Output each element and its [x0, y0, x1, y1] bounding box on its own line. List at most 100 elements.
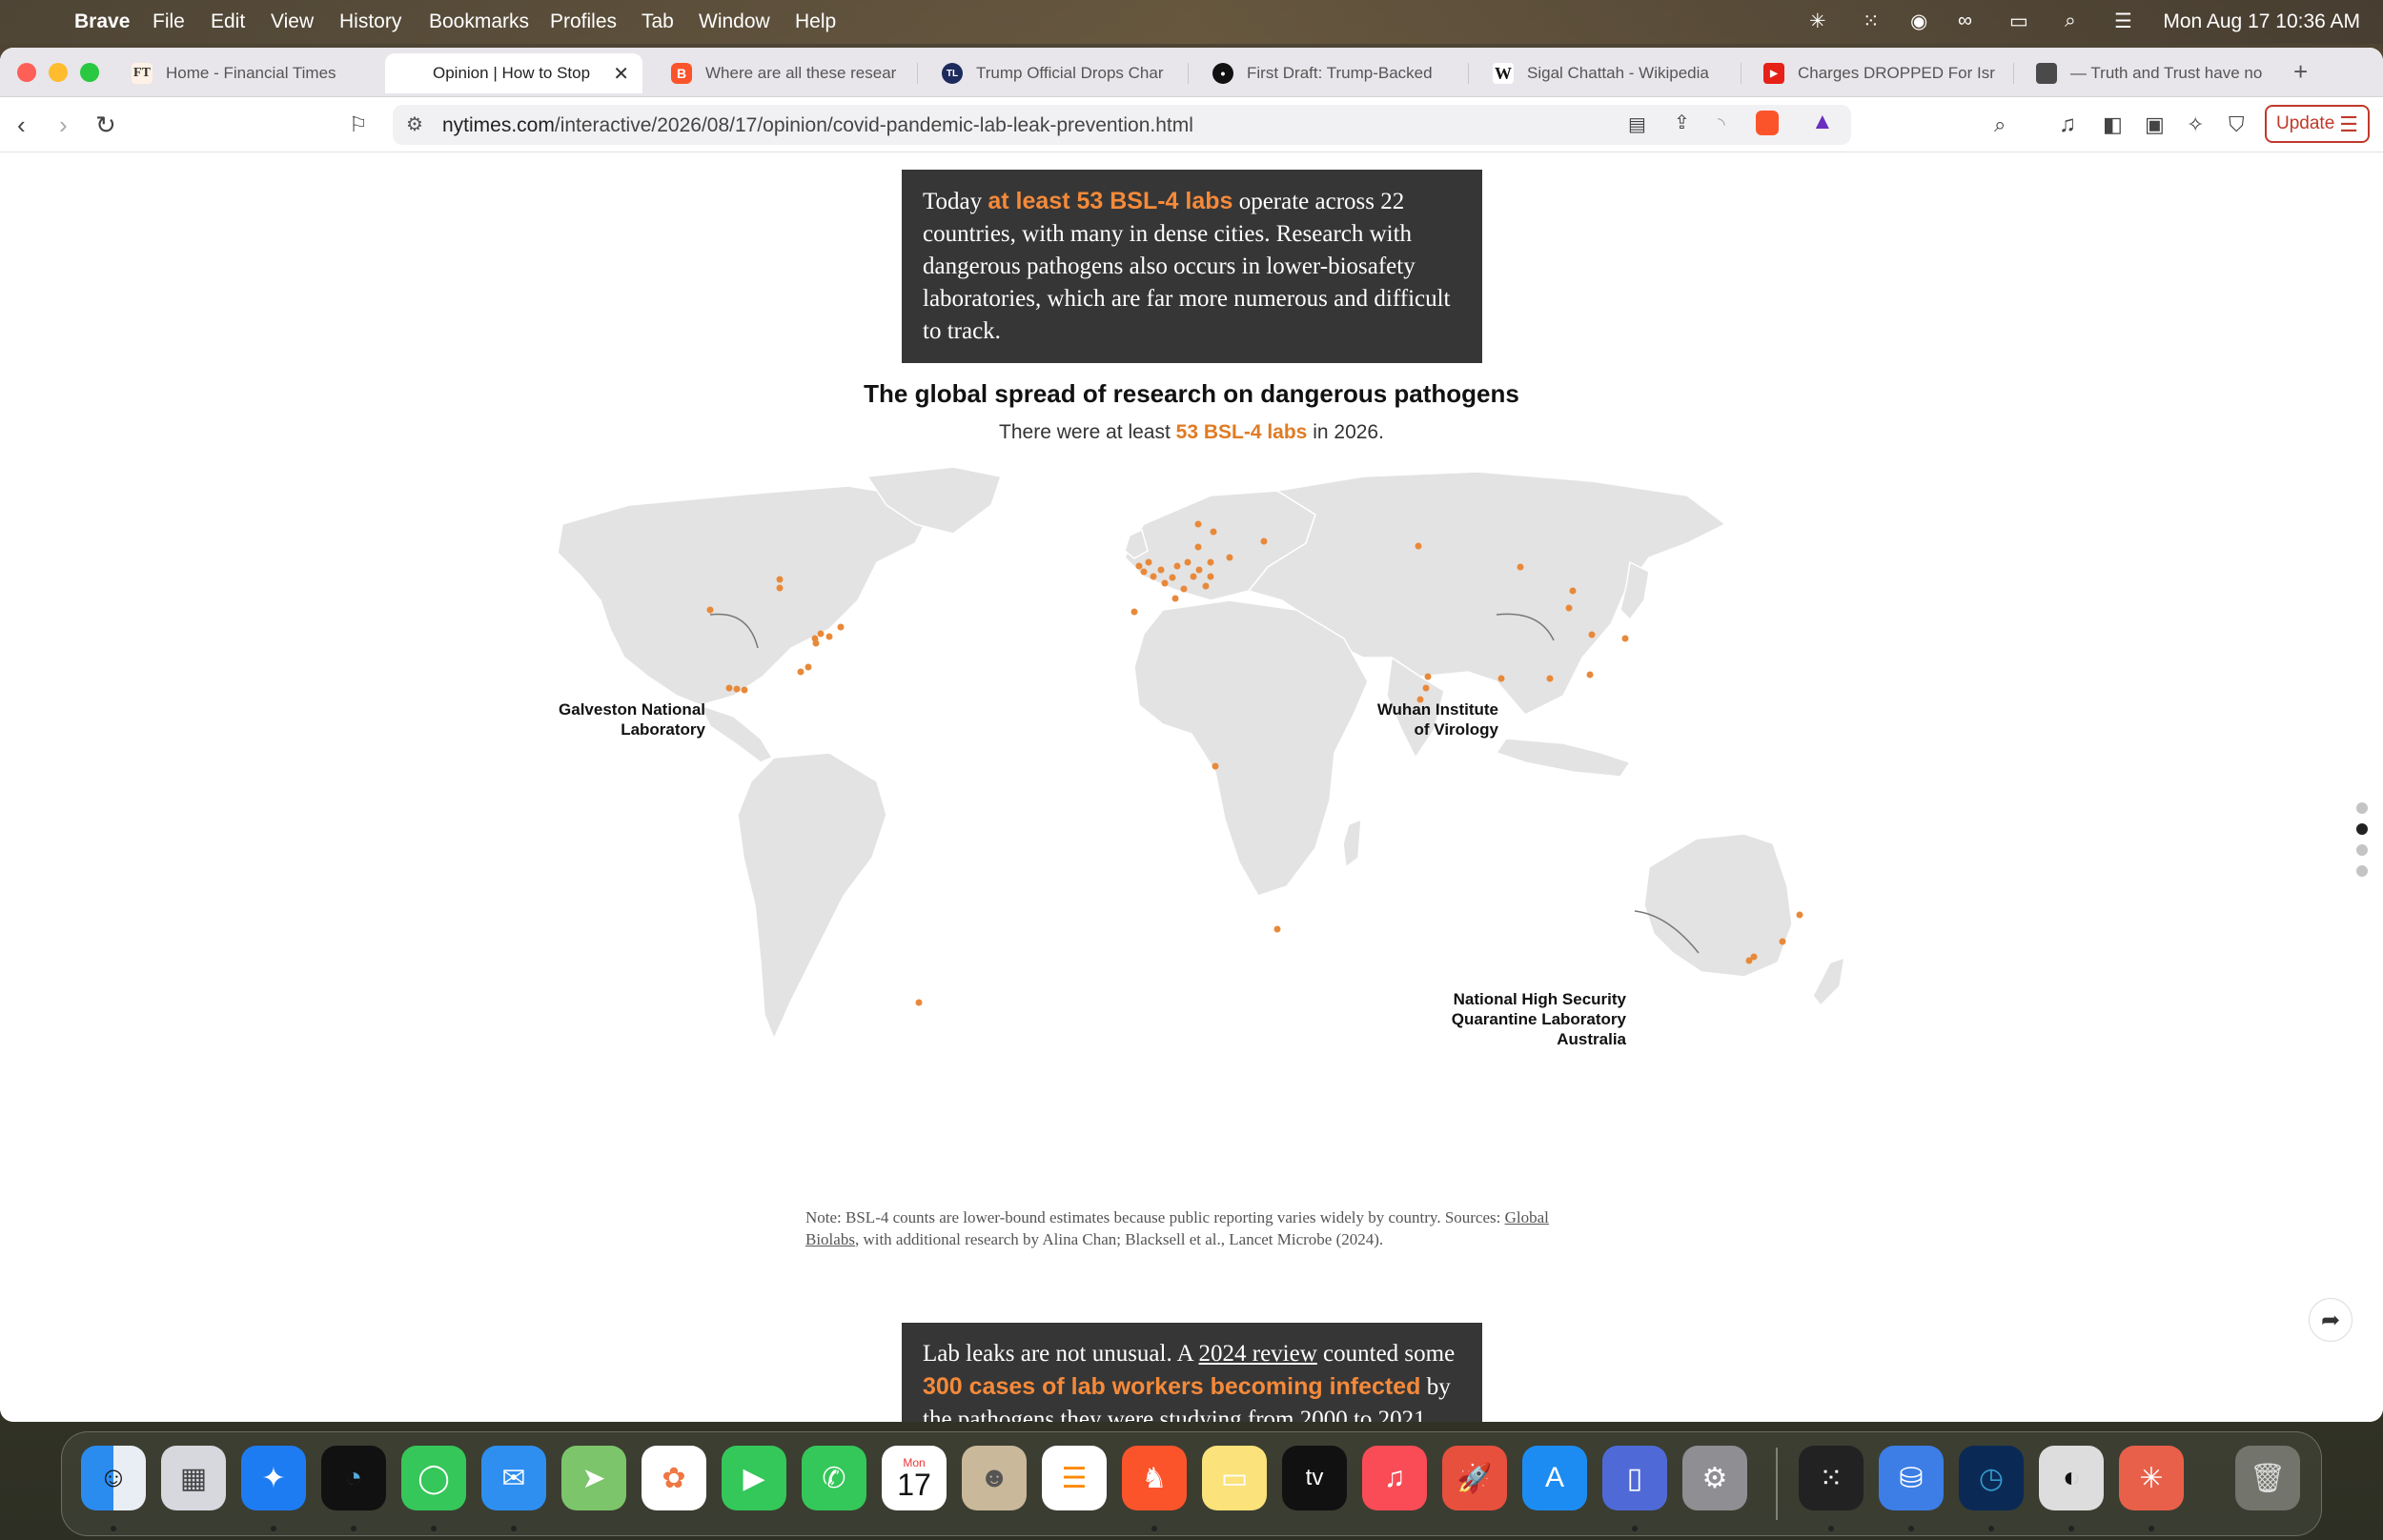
wallet-icon[interactable]: ▣ — [2145, 111, 2165, 139]
tab-wikipedia[interactable]: W Sigal Chattah - Wikipedia — [1479, 53, 1737, 93]
notes-icon[interactable]: ▭ — [1202, 1446, 1267, 1510]
maps-icon[interactable]: ➤ — [561, 1446, 626, 1510]
share-icon[interactable]: ⇪ — [1674, 111, 1690, 134]
brave-shields-icon[interactable] — [1756, 111, 1779, 135]
music-app-icon[interactable]: ♫ — [1362, 1446, 1427, 1510]
menu-profiles[interactable]: Profiles — [550, 10, 617, 33]
lab-dot — [805, 663, 812, 671]
rocket-app-icon[interactable]: 🚀 — [1442, 1446, 1507, 1510]
trash-icon[interactable]: 🗑 — [2235, 1446, 2300, 1510]
lab-dot — [1546, 675, 1554, 682]
new-tab-button[interactable]: + — [2293, 57, 2308, 87]
menubar-clock[interactable]: Mon Aug 17 10:36 AM — [2163, 10, 2360, 33]
mask-app-icon[interactable]: ◐ — [2039, 1446, 2104, 1510]
tab-financial-times[interactable]: FT Home - Financial Times — [118, 53, 376, 93]
speedtest-icon[interactable]: ◷ — [1959, 1446, 2024, 1510]
database-app-icon[interactable]: ⛁ — [1879, 1446, 1944, 1510]
app-store-icon[interactable]: A — [1522, 1446, 1587, 1510]
finder-icon[interactable]: ☺ — [81, 1446, 146, 1510]
minimize-window-button[interactable] — [49, 63, 68, 82]
grid-status-icon[interactable]: ⁙ — [1863, 10, 1880, 33]
photos-icon[interactable]: ✿ — [642, 1446, 706, 1510]
apple-tv-icon[interactable]: tv — [1282, 1446, 1347, 1510]
podcast-app-icon[interactable]: ◔ — [321, 1446, 386, 1510]
brave-icon[interactable]: ♞ — [1122, 1446, 1187, 1510]
menu-bookmarks[interactable]: Bookmarks — [429, 10, 529, 33]
tab-truth-and-trust[interactable]: ■ — Truth and Trust have no — [2023, 53, 2280, 93]
lab-dot — [1180, 585, 1188, 593]
menu-help[interactable]: Help — [795, 10, 836, 33]
running-indicator — [1988, 1526, 1994, 1531]
menu-view[interactable]: View — [271, 10, 314, 33]
sparkle-status-icon[interactable]: ✳ — [1809, 10, 1826, 33]
search-status-icon[interactable]: ⌕ — [2065, 10, 2076, 32]
link-status-icon[interactable]: ∞ — [1958, 10, 1972, 32]
lab-dot — [1260, 537, 1268, 545]
contacts-icon[interactable]: ☻ — [962, 1446, 1027, 1510]
close-tab-icon[interactable]: ✕ — [613, 62, 629, 86]
mail-icon[interactable]: ✉ — [481, 1446, 546, 1510]
phone-icon[interactable]: ✆ — [802, 1446, 866, 1510]
safari-icon[interactable]: ✦ — [241, 1446, 306, 1510]
reminders-icon[interactable]: ☰ — [1042, 1446, 1107, 1510]
address-bar[interactable]: ⚙ nytimes.com/interactive/2026/08/17/opi… — [393, 105, 1851, 145]
lab-dot — [1173, 562, 1181, 570]
control-center-icon[interactable]: ☰ — [2114, 10, 2132, 33]
update-button[interactable]: Update ☰ — [2265, 105, 2370, 143]
tab-first-draft[interactable]: • First Draft: Trump-Backed — [1199, 53, 1456, 93]
calendar-icon[interactable]: Mon 17 — [882, 1446, 947, 1510]
tab-trump-official[interactable]: TL Trump Official Drops Char — [928, 53, 1186, 93]
reload-button[interactable]: ↻ — [95, 111, 116, 139]
messages-icon[interactable]: ◯ — [401, 1446, 466, 1510]
tab-where-are-research[interactable]: B Where are all these resear — [658, 53, 915, 93]
sidebar-toggle-icon[interactable]: ◧ — [2103, 111, 2123, 139]
url-text[interactable]: nytimes.com/interactive/2026/08/17/opini… — [442, 114, 1193, 137]
bookmark-icon[interactable]: ⚐ — [349, 111, 368, 139]
launchpad-icon[interactable]: ▦ — [161, 1446, 226, 1510]
battery-status-icon[interactable]: ▭ — [2009, 10, 2028, 33]
claude-icon[interactable]: ✳ — [2119, 1446, 2184, 1510]
zoom-window-button[interactable] — [80, 63, 99, 82]
lab-dot — [1588, 631, 1596, 638]
brave-rewards-icon[interactable]: ▲ — [1811, 109, 1834, 135]
rss-icon[interactable]: ◝ — [1718, 112, 1725, 136]
section-nav-dot[interactable] — [2356, 865, 2368, 877]
madagascar — [1342, 818, 1362, 869]
sidebar-search-icon[interactable]: ⌕ — [1994, 111, 2006, 139]
tab-separator — [2013, 63, 2014, 84]
section-nav-dot-active[interactable] — [2356, 823, 2368, 835]
tab-youtube[interactable]: ▶ Charges DROPPED For Isr — [1750, 53, 2007, 93]
facetime-icon[interactable]: ▶ — [722, 1446, 786, 1510]
browser-window: FT Home - Financial Times Opinion | How … — [0, 48, 2383, 1422]
map-note: Note: BSL-4 counts are lower-bound estim… — [805, 1208, 1549, 1248]
menu-tab[interactable]: Tab — [642, 10, 674, 33]
lab-dot — [1517, 563, 1524, 571]
menu-file[interactable]: File — [153, 10, 185, 33]
section-nav-dot[interactable] — [2356, 844, 2368, 856]
back-button[interactable]: ‹ — [17, 111, 26, 139]
vpn-shield-icon[interactable]: ⛉ — [2229, 111, 2245, 139]
menu-history[interactable]: History — [339, 10, 401, 33]
menu-edit[interactable]: Edit — [211, 10, 245, 33]
close-window-button[interactable] — [17, 63, 36, 82]
forward-button[interactable]: › — [59, 111, 68, 139]
music-icon[interactable]: ♫ — [2059, 111, 2076, 139]
leo-ai-icon[interactable]: ✧ — [2187, 111, 2204, 139]
running-indicator — [2068, 1526, 2074, 1531]
lab-dot — [1130, 608, 1138, 616]
system-settings-icon[interactable]: ⚙ — [1682, 1446, 1747, 1510]
2024-review-link[interactable]: 2024 review — [1199, 1341, 1317, 1367]
simulator-icon[interactable]: ▯ — [1602, 1446, 1667, 1510]
tab-opinion-nyt[interactable]: Opinion | How to Stop ✕ — [385, 53, 642, 93]
lab-dot — [776, 576, 784, 583]
section-nav-dot[interactable] — [2356, 802, 2368, 814]
site-settings-icon[interactable]: ⚙ — [406, 112, 423, 136]
menu-window[interactable]: Window — [699, 10, 770, 33]
play-status-icon[interactable]: ◉ — [1910, 10, 1927, 33]
lab-dot — [812, 639, 820, 647]
reader-mode-icon[interactable]: ▤ — [1628, 112, 1646, 136]
menu-app-name[interactable]: Brave — [74, 10, 130, 33]
south-america — [737, 752, 887, 1041]
grid-app-icon[interactable]: ⁙ — [1799, 1446, 1864, 1510]
share-article-button[interactable]: ➦ — [2309, 1298, 2352, 1342]
